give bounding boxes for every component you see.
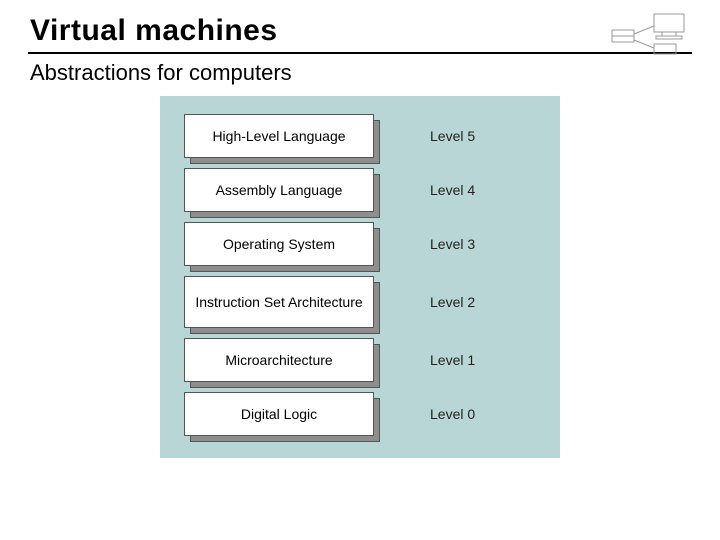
layer-box: Operating System bbox=[184, 222, 374, 266]
layer-name: Digital Logic bbox=[184, 392, 374, 436]
corner-decoration-icon bbox=[608, 12, 696, 60]
abstraction-layers-diagram: High-Level Language Level 5 Assembly Lan… bbox=[160, 96, 560, 458]
layer-box: Instruction Set Architecture bbox=[184, 276, 374, 328]
layer-name: Instruction Set Architecture bbox=[184, 276, 374, 328]
layer-level: Level 4 bbox=[430, 182, 475, 198]
layer-row: Digital Logic Level 0 bbox=[184, 392, 536, 436]
layer-name: High-Level Language bbox=[184, 114, 374, 158]
layer-row: Assembly Language Level 4 bbox=[184, 168, 536, 212]
layer-row: Operating System Level 3 bbox=[184, 222, 536, 266]
title-divider bbox=[28, 52, 692, 54]
page-title: Virtual machines bbox=[30, 14, 692, 48]
page-subtitle: Abstractions for computers bbox=[30, 60, 692, 86]
layer-row: Instruction Set Architecture Level 2 bbox=[184, 276, 536, 328]
layer-name: Operating System bbox=[184, 222, 374, 266]
layer-level: Level 1 bbox=[430, 352, 475, 368]
layer-level: Level 0 bbox=[430, 406, 475, 422]
layer-name: Assembly Language bbox=[184, 168, 374, 212]
layer-row: High-Level Language Level 5 bbox=[184, 114, 536, 158]
layer-box: Microarchitecture bbox=[184, 338, 374, 382]
layer-box: Digital Logic bbox=[184, 392, 374, 436]
layer-row: Microarchitecture Level 1 bbox=[184, 338, 536, 382]
layer-level: Level 5 bbox=[430, 128, 475, 144]
layer-level: Level 2 bbox=[430, 294, 475, 310]
layer-box: High-Level Language bbox=[184, 114, 374, 158]
layer-level: Level 3 bbox=[430, 236, 475, 252]
layer-box: Assembly Language bbox=[184, 168, 374, 212]
layer-name: Microarchitecture bbox=[184, 338, 374, 382]
